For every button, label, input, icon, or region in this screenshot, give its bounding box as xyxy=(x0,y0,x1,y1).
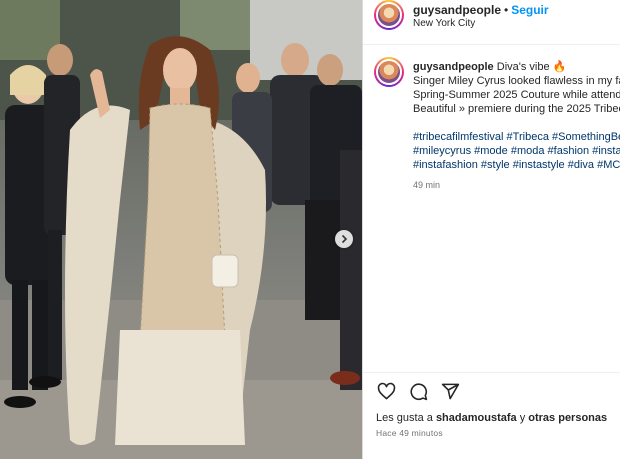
hashtag-link[interactable]: #moda xyxy=(511,145,545,157)
action-icon-row xyxy=(376,381,460,401)
hashtag-line-3: #instafashion #style #instastyle #diva #… xyxy=(413,158,620,172)
hashtag-link[interactable]: #Tribeca xyxy=(507,131,549,143)
separator-dot: • xyxy=(504,3,509,17)
likes-summary: Les gusta a shadamoustafa y otras person… xyxy=(376,412,607,424)
like-button[interactable] xyxy=(376,381,396,401)
hashtag-line-2: #mileycyrus #mode #moda #fashion #instar xyxy=(413,144,620,158)
follow-button[interactable]: Seguir xyxy=(511,3,548,17)
share-icon xyxy=(441,383,459,399)
caption-title-line: guysandpeople Diva's vibe 🔥 xyxy=(413,60,620,74)
user-line: guysandpeople • Seguir xyxy=(413,3,549,17)
hashtag-link[interactable]: #instafashion xyxy=(413,159,478,171)
post-date[interactable]: Hace 49 minutos xyxy=(376,428,443,438)
carousel-next-button[interactable] xyxy=(335,230,353,248)
likes-prefix: Les gusta a xyxy=(376,412,433,424)
post-caption: guysandpeople Diva's vibe 🔥 Singer Miley… xyxy=(363,55,620,375)
hashtag-link[interactable]: #instar xyxy=(592,145,620,157)
hashtag-block: #tribecafilmfestival #Tribeca #Something… xyxy=(413,130,620,172)
hashtag-link[interactable]: #mileycyrus xyxy=(413,145,471,157)
caption-line-2: Spring-Summer 2025 Couture while attendi… xyxy=(413,89,620,101)
chevron-right-icon xyxy=(341,234,348,244)
hashtag-line-1: #tribecafilmfestival #Tribeca #Something… xyxy=(413,130,620,144)
hashtag-link[interactable]: #MC xyxy=(597,159,620,171)
hashtag-link[interactable]: #instastyle xyxy=(513,159,565,171)
comment-button[interactable] xyxy=(408,381,428,401)
hashtag-link[interactable]: #fashion xyxy=(548,145,590,157)
caption-body: guysandpeople Diva's vibe 🔥 Singer Miley… xyxy=(413,60,620,192)
post-photo[interactable] xyxy=(0,0,362,459)
avatar[interactable] xyxy=(374,0,404,30)
caption-line-3: Beautiful » premiere during the 2025 Tri… xyxy=(413,103,620,115)
photo-illustration xyxy=(0,0,362,459)
caption-avatar[interactable] xyxy=(374,57,404,87)
hashtag-link[interactable]: #style xyxy=(481,159,510,171)
likes-others-link[interactable]: otras personas xyxy=(528,412,607,424)
caption-username-link[interactable]: guysandpeople xyxy=(413,61,494,73)
likes-user-link[interactable]: shadamoustafa xyxy=(436,412,517,424)
caption-line-1: Singer Miley Cyrus looked flawless in my… xyxy=(413,75,620,87)
heart-icon xyxy=(377,382,395,399)
comment-icon xyxy=(409,382,427,400)
location-link[interactable]: New York City xyxy=(413,18,475,29)
post-sidebar: guysandpeople • Seguir New York City guysa… xyxy=(362,0,620,459)
share-button[interactable] xyxy=(440,381,460,401)
likes-joiner: y xyxy=(519,412,526,424)
post-header: guysandpeople • Seguir New York City xyxy=(363,0,620,45)
username-link[interactable]: guysandpeople xyxy=(413,3,501,17)
caption-title: Diva's vibe 🔥 xyxy=(496,61,567,73)
post-actions: Les gusta a shadamoustafa y otras person… xyxy=(363,372,620,459)
hashtag-link[interactable]: #SomethingBea xyxy=(552,131,620,143)
hashtag-link[interactable]: #tribecafilmfestival xyxy=(413,131,503,143)
hashtag-link[interactable]: #diva xyxy=(568,159,594,171)
caption-timestamp: 49 min xyxy=(413,180,441,190)
hashtag-link[interactable]: #mode xyxy=(474,145,508,157)
